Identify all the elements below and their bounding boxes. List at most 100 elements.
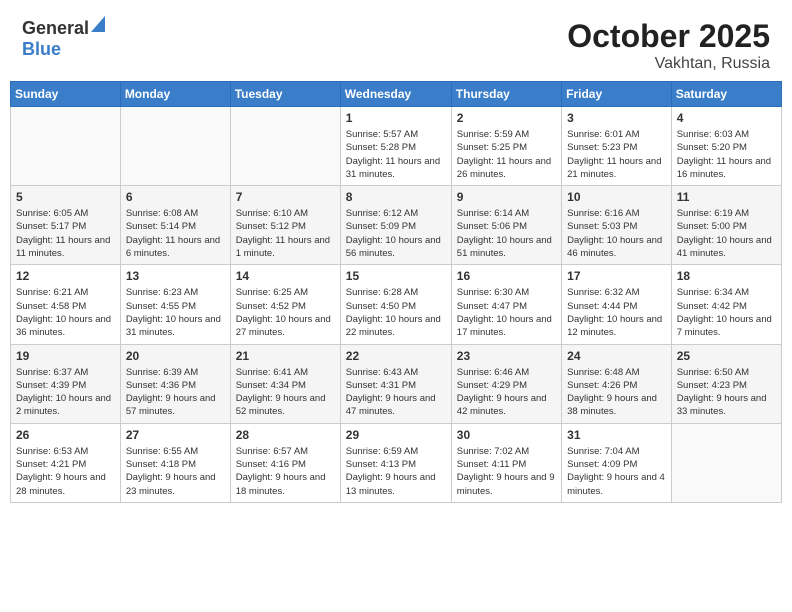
calendar-cell: 26Sunrise: 6:53 AMSunset: 4:21 PMDayligh… [11,423,121,502]
day-number: 13 [126,269,225,283]
calendar-cell: 30 Sunrise: 7:02 AMSunset: 4:11 PMDayligh… [451,423,561,502]
month-year: October 2025 [567,18,770,55]
calendar-cell: 31Sunrise: 7:04 AMSunset: 4:09 PMDayligh… [562,423,672,502]
calendar-cell: 21 Sunrise: 6:41 AMSunset: 4:34 PMDayligh… [230,344,340,423]
day-info: Sunrise: 5:59 AMSunset: 5:25 PMDaylight:… [457,128,556,181]
calendar-cell: 14Sunrise: 6:25 AMSunset: 4:52 PMDayligh… [230,265,340,344]
day-info: Sunrise: 6:37 AMSunset: 4:39 PMDaylight:… [16,366,115,419]
day-number: 5 [16,190,115,204]
day-number: 16 [457,269,556,283]
day-number: 23 [457,349,556,363]
day-info: Sunrise: 6:43 AMSunset: 4:31 PMDaylight:… [346,366,446,419]
day-info: Sunrise: 6:08 AMSunset: 5:14 PMDaylight:… [126,207,225,260]
calendar-week-row: 26Sunrise: 6:53 AMSunset: 4:21 PMDayligh… [11,423,782,502]
calendar-cell: 11Sunrise: 6:19 AMSunset: 5:00 PMDayligh… [671,186,781,265]
day-info: Sunrise: 6:28 AMSunset: 4:50 PMDaylight:… [346,286,446,339]
day-info: Sunrise: 6:21 AMSunset: 4:58 PMDaylight:… [16,286,115,339]
day-number: 21 [236,349,335,363]
day-number: 18 [677,269,776,283]
weekday-header: Sunday [11,82,121,107]
calendar-cell [671,423,781,502]
weekday-header: Saturday [671,82,781,107]
day-number: 6 [126,190,225,204]
day-info: Sunrise: 6:39 AMSunset: 4:36 PMDaylight:… [126,366,225,419]
day-info: Sunrise: 6:59 AMSunset: 4:13 PMDaylight:… [346,445,446,498]
day-number: 20 [126,349,225,363]
day-number: 3 [567,111,666,125]
day-number: 4 [677,111,776,125]
calendar-week-row: 1 Sunrise: 5:57 AMSunset: 5:28 PMDaylight… [11,107,782,186]
day-number: 10 [567,190,666,204]
calendar-cell: 23 Sunrise: 6:46 AMSunset: 4:29 PMDayligh… [451,344,561,423]
calendar-cell: 18 Sunrise: 6:34 AMSunset: 4:42 PMDayligh… [671,265,781,344]
day-info: Sunrise: 6:14 AMSunset: 5:06 PMDaylight:… [457,207,556,260]
day-info: Sunrise: 7:02 AMSunset: 4:11 PMDaylight:… [457,445,556,498]
weekday-header: Friday [562,82,672,107]
calendar-cell: 8Sunrise: 6:12 AMSunset: 5:09 PMDaylight… [340,186,451,265]
calendar-table: SundayMondayTuesdayWednesdayThursdayFrid… [10,81,782,503]
day-info: Sunrise: 6:48 AMSunset: 4:26 PMDaylight:… [567,366,666,419]
day-number: 15 [346,269,446,283]
calendar-cell [11,107,121,186]
calendar-cell [120,107,230,186]
day-info: Sunrise: 6:16 AMSunset: 5:03 PMDaylight:… [567,207,666,260]
day-info: Sunrise: 6:53 AMSunset: 4:21 PMDaylight:… [16,445,115,498]
day-info: Sunrise: 6:57 AMSunset: 4:16 PMDaylight:… [236,445,335,498]
calendar-cell: 19Sunrise: 6:37 AMSunset: 4:39 PMDayligh… [11,344,121,423]
day-info: Sunrise: 5:57 AMSunset: 5:28 PMDaylight:… [346,128,446,181]
day-info: Sunrise: 6:46 AMSunset: 4:29 PMDaylight:… [457,366,556,419]
day-number: 1 [346,111,446,125]
calendar-cell: 27Sunrise: 6:55 AMSunset: 4:18 PMDayligh… [120,423,230,502]
day-number: 22 [346,349,446,363]
weekday-header: Thursday [451,82,561,107]
logo-triangle-icon [91,16,105,37]
day-number: 28 [236,428,335,442]
calendar-cell: 15 Sunrise: 6:28 AMSunset: 4:50 PMDayligh… [340,265,451,344]
day-number: 11 [677,190,776,204]
day-number: 17 [567,269,666,283]
calendar-cell: 24 Sunrise: 6:48 AMSunset: 4:26 PMDayligh… [562,344,672,423]
day-info: Sunrise: 6:32 AMSunset: 4:44 PMDaylight:… [567,286,666,339]
day-info: Sunrise: 6:10 AMSunset: 5:12 PMDaylight:… [236,207,335,260]
day-info: Sunrise: 6:05 AMSunset: 5:17 PMDaylight:… [16,207,115,260]
day-info: Sunrise: 6:23 AMSunset: 4:55 PMDaylight:… [126,286,225,339]
month-title-block: October 2025 Vakhtan, Russia [567,18,770,73]
calendar-cell: 29 Sunrise: 6:59 AMSunset: 4:13 PMDayligh… [340,423,451,502]
calendar-cell: 2 Sunrise: 5:59 AMSunset: 5:25 PMDaylight… [451,107,561,186]
calendar-cell [230,107,340,186]
day-number: 30 [457,428,556,442]
logo-general: General [22,18,89,39]
day-number: 25 [677,349,776,363]
logo-blue: Blue [22,39,61,59]
day-info: Sunrise: 7:04 AMSunset: 4:09 PMDaylight:… [567,445,666,498]
day-number: 8 [346,190,446,204]
day-number: 12 [16,269,115,283]
calendar-cell: 7 Sunrise: 6:10 AMSunset: 5:12 PMDaylight… [230,186,340,265]
day-info: Sunrise: 6:41 AMSunset: 4:34 PMDaylight:… [236,366,335,419]
calendar-cell: 16 Sunrise: 6:30 AMSunset: 4:47 PMDayligh… [451,265,561,344]
calendar-week-row: 5 Sunrise: 6:05 AMSunset: 5:17 PMDaylight… [11,186,782,265]
day-info: Sunrise: 6:25 AMSunset: 4:52 PMDaylight:… [236,286,335,339]
calendar-cell: 1 Sunrise: 5:57 AMSunset: 5:28 PMDaylight… [340,107,451,186]
calendar-cell: 22 Sunrise: 6:43 AMSunset: 4:31 PMDayligh… [340,344,451,423]
calendar-week-row: 12 Sunrise: 6:21 AMSunset: 4:58 PMDayligh… [11,265,782,344]
day-info: Sunrise: 6:55 AMSunset: 4:18 PMDaylight:… [126,445,225,498]
day-info: Sunrise: 6:34 AMSunset: 4:42 PMDaylight:… [677,286,776,339]
calendar-cell: 6 Sunrise: 6:08 AMSunset: 5:14 PMDaylight… [120,186,230,265]
day-info: Sunrise: 6:03 AMSunset: 5:20 PMDaylight:… [677,128,776,181]
day-number: 24 [567,349,666,363]
weekday-header: Tuesday [230,82,340,107]
day-number: 2 [457,111,556,125]
day-info: Sunrise: 6:30 AMSunset: 4:47 PMDaylight:… [457,286,556,339]
calendar-week-row: 19Sunrise: 6:37 AMSunset: 4:39 PMDayligh… [11,344,782,423]
day-number: 7 [236,190,335,204]
calendar-cell: 10 Sunrise: 6:16 AMSunset: 5:03 PMDayligh… [562,186,672,265]
calendar-cell: 25Sunrise: 6:50 AMSunset: 4:23 PMDayligh… [671,344,781,423]
day-number: 9 [457,190,556,204]
calendar-cell: 20 Sunrise: 6:39 AMSunset: 4:36 PMDayligh… [120,344,230,423]
day-number: 29 [346,428,446,442]
logo: General Blue [22,18,105,60]
location: Vakhtan, Russia [567,55,770,73]
calendar-cell: 13 Sunrise: 6:23 AMSunset: 4:55 PMDayligh… [120,265,230,344]
weekday-header: Wednesday [340,82,451,107]
